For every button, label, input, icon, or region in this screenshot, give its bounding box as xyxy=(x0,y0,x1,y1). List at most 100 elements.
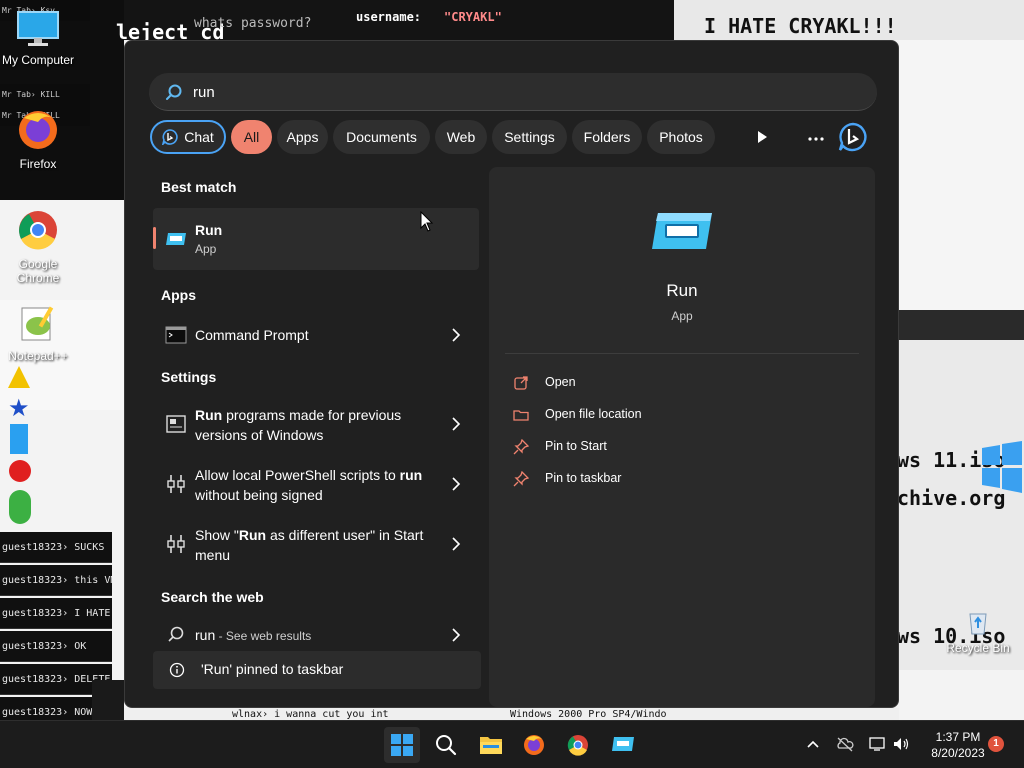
filter-photos[interactable]: Photos xyxy=(647,120,715,154)
taskbar: 1:37 PM 8/20/2023 1 xyxy=(0,720,1024,768)
filter-settings[interactable]: Settings xyxy=(492,120,567,154)
result-text-pre: Show " xyxy=(195,527,239,543)
action-label: Open file location xyxy=(545,407,642,421)
clock-date: 8/20/2023 xyxy=(931,746,985,760)
clock-time: 1:37 PM xyxy=(935,730,981,744)
detail-app-kind: App xyxy=(671,309,693,323)
filter-web[interactable]: Web xyxy=(435,120,487,154)
action-pin-to-start[interactable]: Pin to Start xyxy=(513,435,833,459)
notification-badge[interactable]: 1 xyxy=(988,736,1004,752)
triangle-shape xyxy=(8,366,30,388)
bing-chat-icon xyxy=(162,129,178,145)
desktop-icon-recycle-bin[interactable]: Recycle Bin xyxy=(940,606,1016,655)
chevron-right-icon xyxy=(452,328,461,342)
result-setting-powershell[interactable]: Allow local PowerShell scripts to run wi… xyxy=(153,455,479,513)
chat-line: guest18323› OK xyxy=(0,631,112,662)
result-text-bold: Run xyxy=(195,407,223,423)
chrome-icon xyxy=(567,735,588,756)
chevron-right-icon xyxy=(452,417,461,431)
toast-text: 'Run' pinned to taskbar xyxy=(201,661,344,677)
taskbar-file-explorer[interactable] xyxy=(472,727,508,763)
result-setting-run-as[interactable]: Show "Run as different user" in Start me… xyxy=(153,515,479,573)
term-line: Mr Tab› KILL xyxy=(0,84,90,105)
action-label: Open xyxy=(545,375,576,389)
selection-accent xyxy=(153,227,156,249)
result-text-bold: Run xyxy=(238,527,267,543)
network-icon[interactable] xyxy=(868,735,886,753)
taskbar-run[interactable] xyxy=(604,727,640,763)
more-options-button[interactable] xyxy=(799,120,833,154)
filter-folders[interactable]: Folders xyxy=(572,120,642,154)
search-box[interactable] xyxy=(149,73,877,111)
oval-shape xyxy=(9,490,31,524)
desktop-icon-firefox[interactable]: Firefox xyxy=(0,108,76,171)
result-web-search[interactable]: run - See web results xyxy=(153,617,479,653)
bg-window-right xyxy=(899,40,1024,310)
taskbar-search-button[interactable] xyxy=(428,727,464,763)
onedrive-icon[interactable] xyxy=(836,735,854,753)
run-icon xyxy=(652,213,712,249)
result-text-post: without being signed xyxy=(195,487,323,503)
detail-app-name: Run xyxy=(666,281,698,300)
file-explorer-icon xyxy=(480,737,502,754)
mouse-cursor xyxy=(420,211,434,232)
filter-all[interactable]: All xyxy=(231,120,272,154)
section-search-web: Search the web xyxy=(161,589,264,605)
bg-dark-strip xyxy=(899,310,1024,340)
windows-start-icon xyxy=(391,734,413,756)
bg-waveform xyxy=(92,680,124,720)
system-clock[interactable]: 1:37 PM 8/20/2023 xyxy=(918,729,998,761)
chrome-icon xyxy=(19,211,57,250)
detail-pane: Run App Open Open file location Pin to S… xyxy=(489,167,875,707)
result-command-prompt[interactable]: Command Prompt xyxy=(153,314,479,356)
taskbar-chrome[interactable] xyxy=(560,727,596,763)
web-result-text: run - See web results xyxy=(195,627,311,643)
action-pin-to-taskbar[interactable]: Pin to taskbar xyxy=(513,467,833,491)
desktop-icon-label: Google Chrome xyxy=(16,257,60,285)
section-apps: Apps xyxy=(161,287,196,303)
notepadpp-icon xyxy=(21,306,54,341)
divider xyxy=(505,353,859,354)
bing-button[interactable] xyxy=(836,120,870,154)
pin-icon xyxy=(513,471,529,487)
result-text: Show "Run as different user" in Start me… xyxy=(195,525,425,565)
action-open-file-location[interactable]: Open file location xyxy=(513,403,833,427)
firefox-icon xyxy=(19,111,57,149)
search-input[interactable] xyxy=(193,77,853,107)
run-icon xyxy=(166,233,186,245)
banner-hate: I HATE CRYAKL!!! xyxy=(704,14,897,38)
notification-toast: 'Run' pinned to taskbar xyxy=(153,651,481,689)
chat-line: guest18323› I HATE IT xyxy=(0,598,112,629)
result-setting-compat[interactable]: Run programs made for previous versions … xyxy=(153,395,479,453)
windows-logo-icon xyxy=(982,441,1022,493)
filter-row: Chat All Apps Documents Web Settings Fol… xyxy=(150,120,880,154)
filter-apps[interactable]: Apps xyxy=(277,120,328,154)
taskbar-firefox[interactable] xyxy=(516,727,552,763)
desktop-icon-label: My Computer xyxy=(1,53,75,67)
action-label: Pin to Start xyxy=(545,439,607,453)
action-open[interactable]: Open xyxy=(513,371,833,395)
desktop-icon-chrome[interactable]: Google Chrome xyxy=(0,208,76,285)
banner-w2000: Windows 2000 Pro SP4/Windo xyxy=(510,709,667,720)
folder-icon xyxy=(513,410,529,421)
results-pane: Best match Run App Apps Command Prompt S… xyxy=(149,167,489,707)
desktop-icon-my-computer[interactable]: My Computer xyxy=(0,10,76,67)
rect-shape xyxy=(10,424,28,454)
search-icon xyxy=(436,735,457,756)
filter-chat[interactable]: Chat xyxy=(150,120,226,154)
chat-line: guest18323› this VM IS SUCKS xyxy=(0,565,112,596)
filter-documents[interactable]: Documents xyxy=(333,120,430,154)
chevron-right-icon xyxy=(452,477,461,491)
taskbar-start-button[interactable] xyxy=(384,727,420,763)
banner-username-value: "CRYAKL" xyxy=(444,10,502,24)
chevron-up-icon[interactable] xyxy=(804,735,822,753)
compatibility-icon xyxy=(166,415,186,433)
filter-scroll-right-button[interactable] xyxy=(745,120,779,154)
desktop-icon-label: Firefox xyxy=(19,157,57,171)
developer-settings-icon xyxy=(167,475,185,493)
volume-icon[interactable] xyxy=(892,735,910,753)
chevron-right-icon xyxy=(452,537,461,551)
search-icon xyxy=(166,84,182,100)
more-dots-icon xyxy=(808,137,824,141)
desktop-icon-notepadpp[interactable]: Notepad++ xyxy=(0,304,76,363)
